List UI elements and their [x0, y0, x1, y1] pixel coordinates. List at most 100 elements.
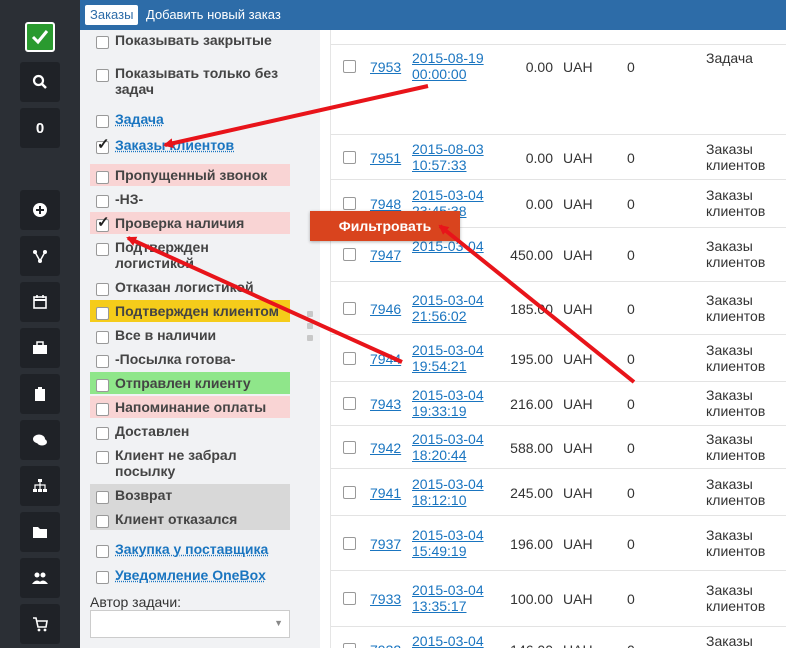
order-number-link[interactable]: 7932 — [370, 642, 401, 648]
cart-icon[interactable] — [20, 604, 60, 644]
filter-purchase-supplier[interactable]: Закупка у поставщика — [90, 541, 290, 558]
order-date-link[interactable]: 2015-03-04 19:33:19 — [412, 387, 484, 419]
table-row[interactable]: 7932 2015-03-0413:25:05146.00 UAH 0 Заказыкл… — [331, 626, 786, 648]
order-number-link[interactable]: 7937 — [370, 536, 401, 552]
clipboard-icon[interactable] — [20, 374, 60, 414]
order-type: Заказыклиентов — [706, 292, 765, 324]
row-checkbox[interactable] — [343, 248, 356, 261]
filter-client-orders[interactable]: Заказы клиентов — [90, 137, 290, 154]
table-row[interactable]: 7942 2015-03-04 18:20:44 588.00 UAH 0 Заказы кл… — [331, 425, 786, 468]
order-date-link[interactable]: 2015-08-03 10:57:33 — [412, 141, 484, 173]
order-type-line2: клиентов — [706, 203, 766, 219]
order-type-line1: Заказы — [706, 141, 753, 157]
filter-sent-to-client[interactable]: Отправлен клиенту — [90, 375, 290, 392]
row-checkbox[interactable] — [343, 302, 356, 315]
filter-rejected-logistics[interactable]: Отказан логистикой — [90, 279, 290, 296]
filter-parcel-ready[interactable]: -Посылка готова- — [90, 351, 290, 368]
author-select[interactable]: ▼ — [90, 610, 290, 638]
table-row[interactable]: 7941 2015-03-04 18:12:10 245.00 UAH 0 Заказы кл… — [331, 468, 786, 515]
order-number-link[interactable]: 7933 — [370, 591, 401, 607]
table-row[interactable]: 7943 2015-03-04 19:33:19 216.00 UAH 0 Заказы кл… — [331, 381, 786, 425]
row-checkbox[interactable] — [343, 486, 356, 499]
filter-confirmed-client[interactable]: Подтвержден клиентом — [90, 303, 290, 320]
order-number-link[interactable]: 7953 — [370, 59, 401, 75]
filter-show-closed[interactable]: Показывать закрытые — [90, 32, 290, 49]
order-date-link[interactable]: 2015-03-04 19:54:21 — [412, 342, 484, 374]
order-date-link[interactable]: 2015-03-04 18:20:44 — [412, 431, 484, 463]
folder-icon[interactable] — [20, 512, 60, 552]
order-date-link[interactable]: 2015-03-0413:25:05 — [412, 633, 484, 648]
resize-handle[interactable] — [307, 311, 313, 317]
resize-handle[interactable] — [307, 323, 313, 329]
order-date-link[interactable]: 2015-03-04 18:12:10 — [412, 476, 484, 508]
users-icon[interactable] — [20, 558, 60, 598]
order-number-link[interactable]: 7943 — [370, 396, 401, 412]
chevron-down-icon: ▼ — [274, 618, 283, 628]
row-checkbox[interactable] — [343, 60, 356, 73]
order-date: 2015-03-04 — [412, 633, 484, 648]
filter-task[interactable]: Задача — [90, 111, 290, 128]
briefcase-icon[interactable] — [20, 328, 60, 368]
order-number-link[interactable]: 7941 — [370, 485, 401, 501]
search-icon[interactable] — [20, 62, 60, 102]
filter-delivered[interactable]: Доставлен — [90, 423, 290, 440]
filter-return[interactable]: Возврат — [90, 487, 290, 504]
row-checkbox[interactable] — [343, 197, 356, 210]
calendar-icon[interactable] — [20, 282, 60, 322]
filter-client-refused[interactable]: Клиент отказался — [90, 511, 290, 528]
order-number-link[interactable]: 7947 — [370, 247, 401, 263]
order-number-link[interactable]: 7948 — [370, 196, 401, 212]
row-checkbox[interactable] — [343, 397, 356, 410]
row-checkbox[interactable] — [343, 441, 356, 454]
order-date-link[interactable]: 2015-03-04 13:35:17 — [412, 582, 484, 614]
order-qty: 0 — [627, 150, 635, 166]
row-checkbox[interactable] — [343, 352, 356, 365]
order-date-link[interactable]: 2015-08-19 00:00:00 — [412, 50, 484, 82]
filter-onebox-notification[interactable]: Уведомление OneBox — [90, 567, 290, 584]
filter-payment-reminder[interactable]: Напоминание оплаты — [90, 399, 290, 416]
resize-handle[interactable] — [307, 335, 313, 341]
row-checkbox[interactable] — [343, 592, 356, 605]
add-icon[interactable] — [20, 190, 60, 230]
table-row[interactable]: 7946 2015-03-04 21:56:02 185.00 UAH 0 Заказы кл… — [331, 281, 786, 334]
filter-availability-check[interactable]: Проверка наличия — [90, 215, 290, 232]
filter-show-without-tasks[interactable]: Показывать только без задач — [90, 65, 290, 97]
order-number-link[interactable]: 7946 — [370, 301, 401, 317]
workflow-icon[interactable] — [20, 236, 60, 276]
order-type-line2: клиентов — [706, 598, 766, 614]
tab-add-order[interactable]: Добавить новый заказ — [141, 5, 286, 25]
table-row[interactable]: 7951 2015-08-03 10:57:33 0.00 UAH 0 Заказы клие… — [331, 134, 786, 179]
table-row[interactable]: 7937 2015-03-04 15:49:19 196.00 UAH 0 Заказы кл… — [331, 515, 786, 570]
filter-missed-call[interactable]: Пропущенный звонок — [90, 167, 290, 184]
order-number-link[interactable]: 7951 — [370, 150, 401, 166]
order-currency: UAH — [563, 591, 593, 607]
row-checkbox[interactable] — [343, 537, 356, 550]
order-time: 13:35:17 — [412, 598, 467, 614]
filter-confirmed-logistics[interactable]: Подтвержден логистикой — [90, 239, 290, 271]
order-qty: 0 — [627, 59, 635, 75]
order-number-link[interactable]: 7944 — [370, 351, 401, 367]
order-number-link[interactable]: 7942 — [370, 440, 401, 456]
filter-nz[interactable]: -НЗ- — [90, 191, 290, 208]
counter-badge[interactable]: 0 — [20, 108, 60, 148]
table-row[interactable]: 7953 2015-08-19 00:00:00 0.00 UAH 0 Задача — [331, 44, 786, 88]
order-type-line1: Заказы — [706, 527, 753, 543]
chat-icon[interactable] — [20, 420, 60, 460]
order-type: Заказыклиентов — [706, 342, 765, 374]
order-type: Заказыклиентов — [706, 387, 765, 419]
logo-check-icon[interactable] — [25, 22, 55, 52]
row-checkbox[interactable] — [343, 151, 356, 164]
filter-button[interactable]: Фильтровать — [310, 211, 460, 241]
row-checkbox[interactable] — [343, 643, 356, 648]
order-time: 19:54:21 — [412, 358, 467, 374]
table-row[interactable]: 7933 2015-03-04 13:35:17 100.00 UAH 0 Заказы кл… — [331, 570, 786, 626]
filter-client-not-picked[interactable]: Клиент не забрал посылку — [90, 447, 290, 479]
order-amount: 216.00 — [510, 396, 553, 412]
order-date-link[interactable]: 2015-03-04 15:49:19 — [412, 527, 484, 559]
sitemap-icon[interactable] — [20, 466, 60, 506]
table-row[interactable]: 7944 2015-03-04 19:54:21 195.00 UAH 0 Заказы кл… — [331, 334, 786, 381]
order-qty: 0 — [627, 351, 635, 367]
filter-all-in-stock[interactable]: Все в наличии — [90, 327, 290, 344]
tab-orders[interactable]: Заказы — [85, 5, 139, 25]
order-date-link[interactable]: 2015-03-04 21:56:02 — [412, 292, 484, 324]
